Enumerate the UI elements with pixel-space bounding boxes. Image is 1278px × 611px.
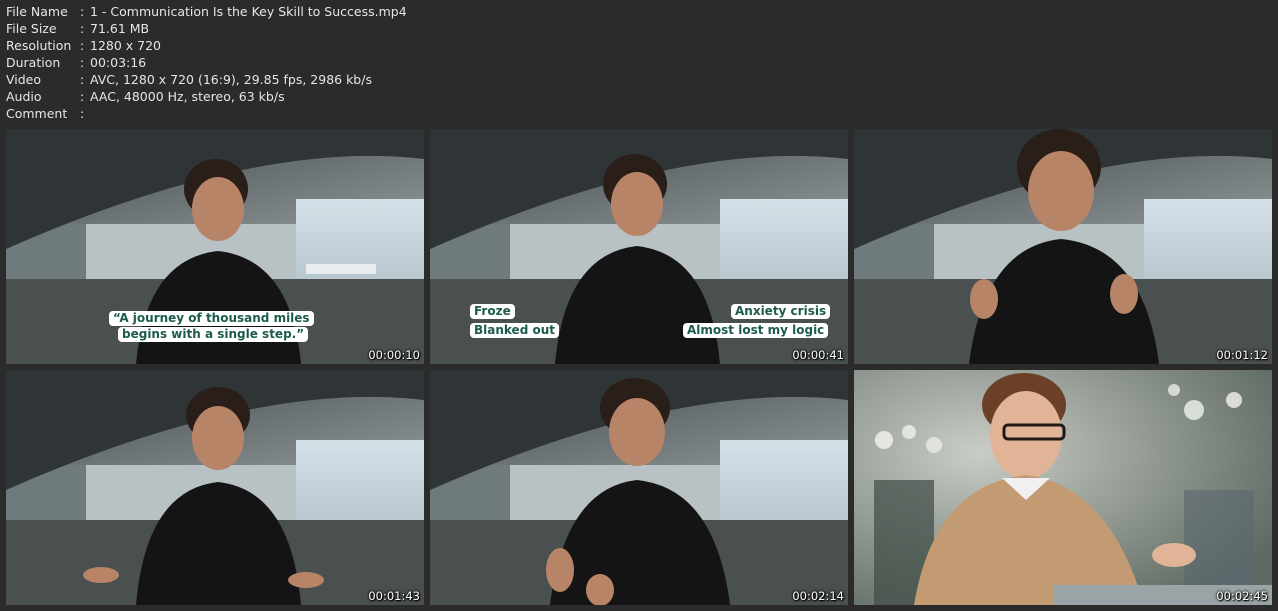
- comment-label: Comment: [6, 106, 68, 121]
- video-thumbnail: 00:01:12: [854, 129, 1272, 364]
- video-thumbnail: 00:02:45: [854, 370, 1272, 605]
- separator: :: [80, 38, 85, 53]
- separator: :: [80, 89, 85, 104]
- timestamp-label: 00:00:10: [368, 348, 420, 362]
- file-size-label: File Size: [6, 21, 57, 36]
- subtitle-caption: Blanked out: [470, 323, 559, 338]
- video-thumbnail: Froze Blanked out Anxiety crisis Almost …: [430, 129, 848, 364]
- subtitle-caption: begins with a single step.”: [118, 327, 309, 342]
- resolution-label: Resolution: [6, 38, 72, 53]
- timestamp-label: 00:01:43: [368, 589, 420, 603]
- resolution-row: Resolution : 1280 x 720: [6, 37, 407, 54]
- separator: :: [80, 21, 85, 36]
- duration-label: Duration: [6, 55, 61, 70]
- duration-value: 00:03:16: [90, 55, 147, 70]
- file-name-label: File Name: [6, 4, 68, 19]
- office-scene-image: [430, 370, 848, 605]
- subtitle-caption: Almost lost my logic: [683, 323, 829, 338]
- audio-value: AAC, 48000 Hz, stereo, 63 kb/s: [90, 89, 285, 104]
- subtitle-caption: Anxiety crisis: [731, 304, 831, 319]
- separator: :: [80, 72, 85, 87]
- comment-row: Comment :: [6, 105, 407, 122]
- file-size-value: 71.61 MB: [90, 21, 150, 36]
- file-info-panel: File Name : 1 - Communication Is the Key…: [6, 3, 407, 122]
- duration-row: Duration : 00:03:16: [6, 54, 407, 71]
- video-row: Video : AVC, 1280 x 720 (16:9), 29.85 fp…: [6, 71, 407, 88]
- file-size-row: File Size : 71.61 MB: [6, 20, 407, 37]
- resolution-value: 1280 x 720: [90, 38, 162, 53]
- video-label: Video: [6, 72, 42, 87]
- separator: :: [80, 106, 85, 121]
- office-scene-image: [6, 370, 424, 605]
- timestamp-label: 00:01:12: [1216, 348, 1268, 362]
- subtitle-caption: “A journey of thousand miles: [109, 311, 314, 326]
- video-value: AVC, 1280 x 720 (16:9), 29.85 fps, 2986 …: [90, 72, 372, 87]
- timestamp-label: 00:02:14: [792, 589, 844, 603]
- video-thumbnail: 00:01:43: [6, 370, 424, 605]
- video-thumbnail: “A journey of thousand miles begins with…: [6, 129, 424, 364]
- timestamp-label: 00:02:45: [1216, 589, 1268, 603]
- file-name-row: File Name : 1 - Communication Is the Key…: [6, 3, 407, 20]
- timestamp-label: 00:00:41: [792, 348, 844, 362]
- thumbnail-grid: “A journey of thousand miles begins with…: [6, 129, 1272, 605]
- subtitle-caption: Froze: [470, 304, 515, 319]
- video-thumbnail: 00:02:14: [430, 370, 848, 605]
- office-scene-image: [854, 129, 1272, 364]
- cafe-scene-image: [854, 370, 1272, 605]
- file-name-value: 1 - Communication Is the Key Skill to Su…: [90, 4, 407, 19]
- separator: :: [80, 4, 85, 19]
- audio-label: Audio: [6, 89, 42, 104]
- separator: :: [80, 55, 85, 70]
- audio-row: Audio : AAC, 48000 Hz, stereo, 63 kb/s: [6, 88, 407, 105]
